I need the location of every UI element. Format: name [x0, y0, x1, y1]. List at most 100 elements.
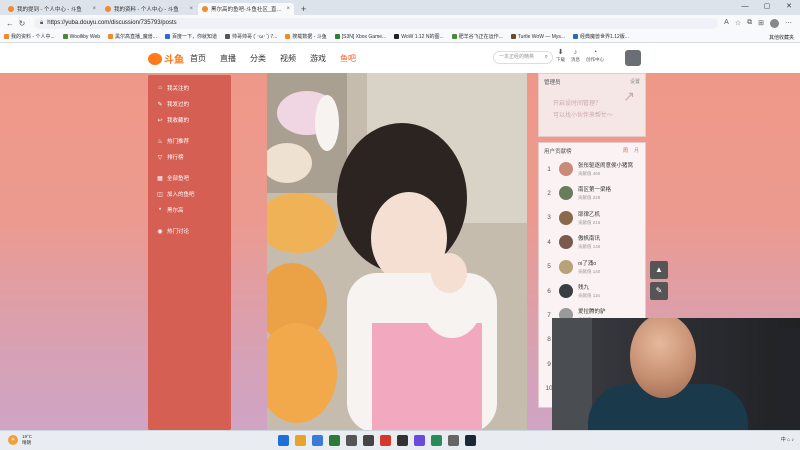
scroll-top-button[interactable]: ▲ [650, 261, 668, 279]
bookmark-favicon-icon [573, 34, 579, 39]
compose-post-button[interactable]: ✎ [650, 282, 668, 300]
taskbar-app-icon[interactable] [414, 435, 425, 446]
bookmark-item[interactable]: 经典魔兽世界1.12版... [573, 33, 629, 40]
minimize-icon[interactable]: — [734, 0, 756, 13]
bookmark-favicon-icon [451, 34, 457, 39]
bookmark-item[interactable]: 肥羊谷飞正在运作... [451, 33, 503, 40]
contributor-avatar[interactable] [559, 284, 573, 298]
douyu-logo[interactable]: 斗鱼 [148, 51, 184, 66]
contributor-name[interactable]: 傲帆南讯 [578, 234, 600, 242]
reply-icon: ↩ [157, 117, 163, 124]
download-button[interactable]: ⬇ 下载 [556, 49, 565, 63]
browser-tab-active[interactable]: 黑尔高的鱼吧-斗鱼社区_直播娱乐× [198, 3, 294, 15]
taskbar-app-icon[interactable] [397, 435, 408, 446]
contributor-row[interactable]: 5 oi了涌o 贡献值 140 [539, 255, 645, 279]
contributor-row[interactable]: 3 耶律乙机 贡献值 216 [539, 206, 645, 230]
close-icon[interactable]: × [286, 6, 290, 12]
nav-link[interactable]: 视频 [280, 53, 296, 64]
contributor-score: 贡献值 116 [578, 293, 600, 298]
contributor-avatar[interactable] [559, 162, 573, 176]
bookmark-item[interactable]: Woolliby Web [62, 34, 100, 40]
contributor-row[interactable]: 1 张彤驱逐闹意侯小猪窝 贡献值 460 [539, 157, 645, 181]
bookmark-item[interactable]: WoW 1.12 N的图... [394, 33, 444, 40]
taskbar-app-icon[interactable] [431, 435, 442, 446]
bookmark-item[interactable]: 我的资料 - 个人中... [4, 33, 55, 40]
contributor-avatar[interactable] [559, 210, 573, 225]
bookmark-item[interactable]: [S3N] Xbox Game... [334, 34, 386, 40]
system-tray[interactable]: 中 ⌂ ♪ [781, 436, 794, 443]
bookmark-item[interactable]: 搜载数据 - 斗鱼 [285, 33, 327, 40]
sidebar-item[interactable]: ♨ 热门推荐 [148, 133, 231, 149]
nav-link[interactable]: 分类 [250, 53, 266, 64]
bookmark-item[interactable]: Turtle WoW — Mys... [510, 34, 565, 40]
contributor-avatar[interactable] [559, 259, 573, 274]
back-icon[interactable]: ← [4, 19, 16, 28]
browser-toolbar: A ☆ ⧉ ⊞ ⋯ [724, 18, 796, 28]
weather-widget[interactable]: ☀ 19°C 晴朗 [8, 434, 32, 446]
taskbar-app-icon[interactable] [346, 435, 357, 446]
contributor-rank: 1 [547, 165, 551, 173]
creator-center-button[interactable]: ◔ 创作中心 [586, 49, 604, 63]
nav-link[interactable]: 直播 [220, 53, 236, 64]
messages-button[interactable]: ♪ 消息 [571, 49, 580, 63]
user-avatar[interactable] [625, 50, 641, 66]
contributor-avatar[interactable] [559, 186, 573, 201]
taskbar-app-icon[interactable] [363, 435, 374, 446]
browser-tab[interactable]: 我的提到 - 个人中心 - 斗鱼 × [4, 3, 100, 15]
contributor-name[interactable]: 张彤驱逐闹意侯小猪窝 [578, 161, 633, 169]
other-bookmarks-folder[interactable]: 其他收藏夹 [769, 31, 794, 43]
post-image[interactable] [267, 73, 527, 430]
sidebar-item[interactable]: ▦ 全部鱼吧 [148, 170, 231, 186]
contributor-name[interactable]: 耶律乙机 [578, 210, 600, 218]
favorite-star-icon[interactable]: ☆ [735, 19, 741, 28]
extensions-icon[interactable]: ⊞ [758, 19, 764, 28]
taskbar-app-icon[interactable] [448, 435, 459, 446]
contributor-name[interactable]: 南区第一梁格 [578, 185, 611, 193]
contributor-row[interactable]: 2 南区第一梁格 贡献值 228 [539, 181, 645, 205]
sidebar-item[interactable]: ◫ 加入的鱼吧 [148, 186, 231, 202]
sidebar-item[interactable]: ◉ 热门讨论 [148, 223, 231, 239]
taskbar-app-icon[interactable] [380, 435, 391, 446]
browser-tab[interactable]: 我的资料 - 个人中心 - 斗鱼 × [101, 3, 197, 15]
nav-link[interactable]: 鱼吧 [340, 53, 356, 64]
sidebar-item[interactable]: ⌂ 我关注的 [148, 80, 231, 96]
taskbar-apps [278, 435, 476, 446]
taskbar-app-icon[interactable] [329, 435, 340, 446]
contributor-row[interactable]: 4 傲帆南讯 贡献值 146 [539, 230, 645, 254]
sidebar-item[interactable]: • 黑尔高 [148, 202, 231, 218]
nav-link[interactable]: 首页 [190, 53, 206, 64]
tab-week[interactable]: 周 [623, 147, 628, 154]
new-tab-button[interactable]: + [295, 3, 312, 15]
bookmark-item[interactable]: 百度一下，你就知道 [164, 33, 217, 40]
nav-link[interactable]: 游戏 [310, 53, 326, 64]
tab-month[interactable]: 月 [634, 147, 639, 154]
sidebar-item[interactable]: ✎ 我发过的 [148, 96, 231, 112]
contributor-avatar[interactable] [559, 235, 573, 250]
reload-icon[interactable]: ↻ [16, 19, 28, 28]
taskbar-app-icon[interactable] [465, 435, 476, 446]
admin-settings-link[interactable]: 设置 [630, 78, 640, 85]
sidebar-item[interactable]: ↩ 我收藏的 [148, 112, 231, 128]
profile-avatar[interactable] [770, 18, 779, 28]
maximize-icon[interactable]: ▢ [756, 0, 778, 13]
sidebar-item[interactable]: ▽ 排行榜 [148, 149, 231, 165]
taskbar-app-icon[interactable] [278, 435, 289, 446]
contributor-name[interactable]: 爱拉腾的驴 [578, 307, 606, 315]
search-input[interactable]: 一本正经的精英 ⌕ [493, 51, 553, 64]
bookmark-item[interactable]: 帅哥帅哥 (´･ω･`) 7... [224, 33, 277, 40]
download-icon: ⬇ [557, 49, 564, 56]
more-icon[interactable]: ⋯ [785, 19, 792, 28]
taskbar-app-icon[interactable] [295, 435, 306, 446]
collections-icon[interactable]: ⧉ [747, 19, 752, 28]
contributor-name[interactable]: oi了涌o [578, 259, 600, 267]
contributor-name[interactable]: 残九 [578, 283, 600, 291]
bookmark-item[interactable]: 黑尔高直播_魔兽... [108, 33, 157, 40]
close-icon[interactable]: × [92, 6, 96, 12]
taskbar-app-icon[interactable] [312, 435, 323, 446]
contributor-row[interactable]: 6 残九 贡献值 116 [539, 279, 645, 303]
search-icon[interactable]: ⌕ [545, 52, 548, 63]
url-field[interactable]: 🔒︎ https://yuba.douyu.com/discussion/7357… [34, 17, 719, 29]
close-window-icon[interactable]: ✕ [778, 0, 800, 13]
read-aloud-icon[interactable]: A [724, 19, 729, 28]
close-icon[interactable]: × [189, 6, 193, 12]
